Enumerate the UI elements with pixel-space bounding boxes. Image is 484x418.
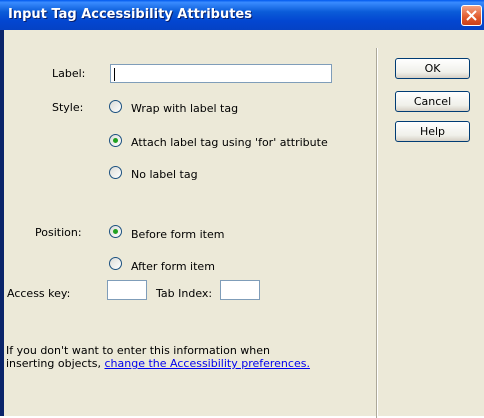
label-input[interactable] — [110, 64, 332, 83]
access-key-caption: Access key: — [7, 287, 71, 300]
radio-selected-dot — [113, 138, 118, 143]
style-option-none-label[interactable]: No label tag — [131, 168, 198, 181]
dialog-body: Label: Style: Wrap with label tag Attach… — [4, 30, 484, 418]
position-option-after-label[interactable]: After form item — [131, 260, 215, 273]
position-caption: Position: — [35, 226, 82, 239]
style-radio-wrap[interactable] — [109, 100, 122, 113]
accessibility-preferences-link[interactable]: change the Accessibility preferences. — [105, 357, 310, 370]
text-caret — [114, 68, 115, 81]
tab-index-input[interactable] — [220, 280, 260, 300]
style-option-attach-label[interactable]: Attach label tag using 'for' attribute — [131, 136, 328, 149]
radio-selected-dot — [113, 229, 118, 234]
position-radio-after[interactable] — [109, 257, 122, 270]
cancel-button[interactable]: Cancel — [395, 91, 470, 112]
position-option-before-label[interactable]: Before form item — [131, 228, 224, 241]
footer-prefix: inserting objects, — [6, 357, 101, 370]
close-x-icon — [466, 10, 477, 21]
close-button[interactable] — [461, 5, 482, 26]
position-radio-before[interactable] — [109, 225, 122, 238]
tab-index-caption: Tab Index: — [156, 287, 213, 300]
ok-button[interactable]: OK — [395, 58, 470, 79]
footer-line-2: inserting objects, change the Accessibil… — [6, 357, 310, 370]
style-radio-none[interactable] — [109, 166, 122, 179]
access-key-input[interactable] — [107, 280, 147, 300]
label-caption: Label: — [52, 67, 86, 80]
window-title: Input Tag Accessibility Attributes — [8, 7, 252, 22]
dialog-window: Input Tag Accessibility Attributes Label… — [0, 0, 484, 418]
style-caption: Style: — [52, 101, 84, 114]
help-button[interactable]: Help — [395, 121, 470, 142]
title-bar[interactable]: Input Tag Accessibility Attributes — [0, 0, 484, 30]
style-option-wrap-label[interactable]: Wrap with label tag — [131, 102, 238, 115]
style-radio-attach[interactable] — [109, 134, 122, 147]
vertical-divider-highlight — [377, 48, 378, 418]
footer-line-1: If you don't want to enter this informat… — [6, 344, 270, 357]
